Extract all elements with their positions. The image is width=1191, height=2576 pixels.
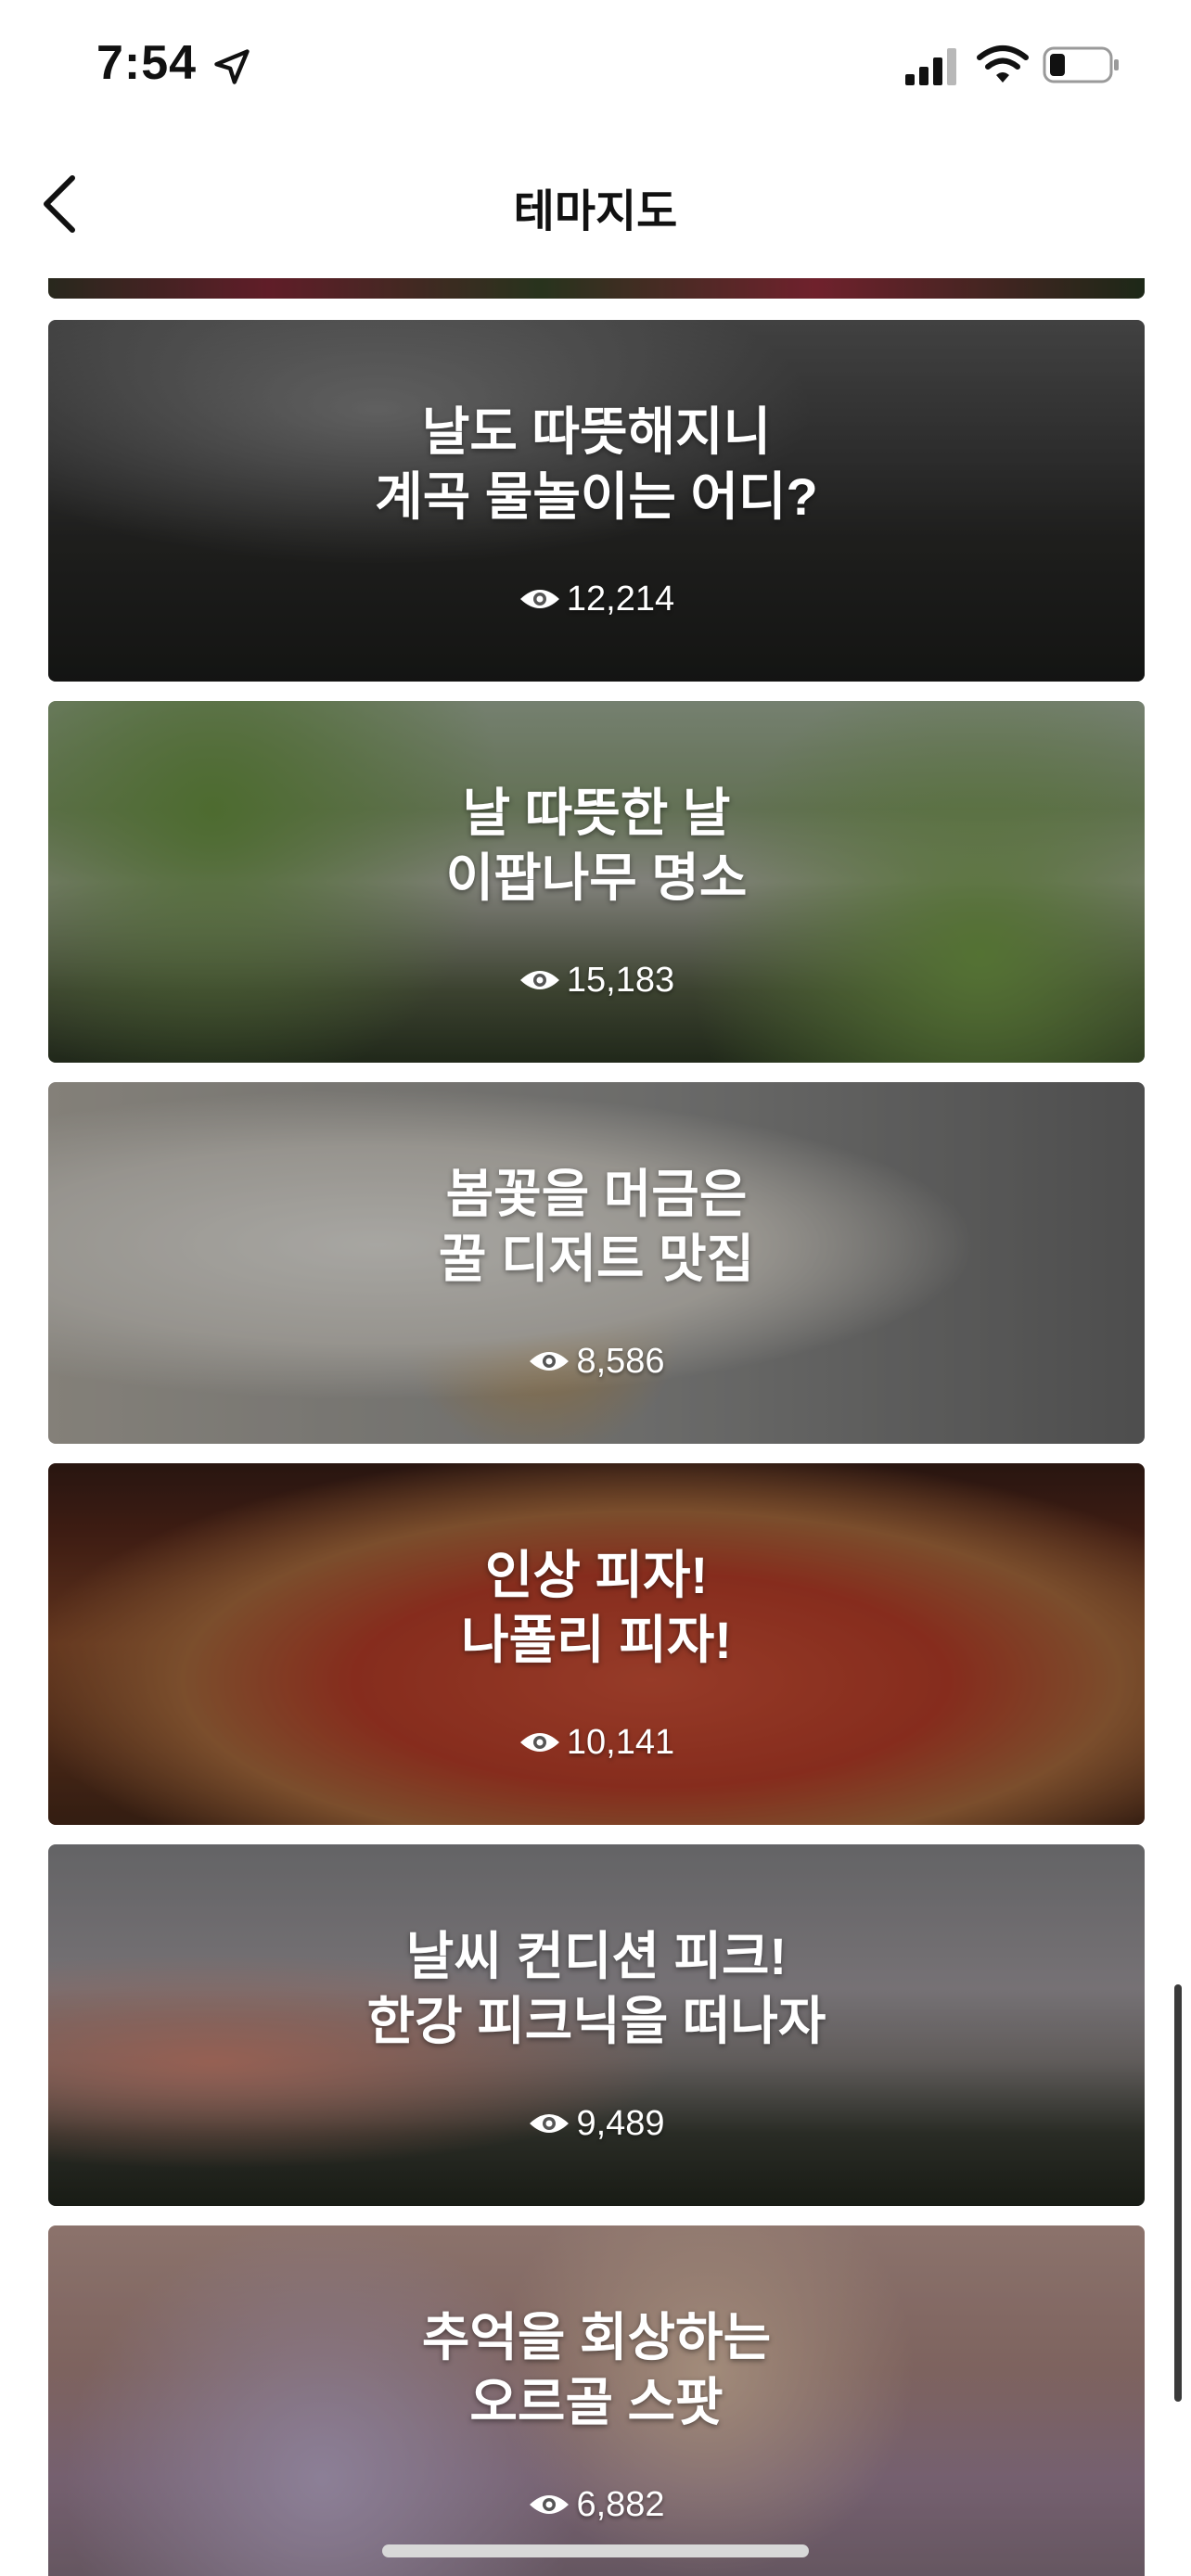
card-title: 날 따뜻한 날 이팝나무 명소	[445, 784, 748, 907]
eye-icon	[519, 590, 559, 608]
eye-icon	[530, 2495, 570, 2514]
card-title: 봄꽃을 머금은 꿀 디저트 맛집	[438, 1165, 755, 1288]
theme-card[interactable]: 날도 따뜻해지니 계곡 물놀이는 어디? 12,214	[48, 320, 1145, 682]
theme-card[interactable]: 날씨 컨디션 피크! 한강 피크닉을 떠나자 9,489	[48, 1844, 1145, 2206]
card-title: 인상 피자! 나폴리 피자!	[461, 1546, 732, 1669]
home-indicator[interactable]	[382, 2544, 809, 2557]
card-title: 날도 따뜻해지니 계곡 물놀이는 어디?	[375, 402, 818, 526]
card-title: 날씨 컨디션 피크! 한강 피크닉을 떠나자	[366, 1927, 826, 2050]
eye-icon	[519, 1733, 559, 1752]
view-count-value: 10,141	[566, 1723, 675, 1762]
theme-card[interactable]: 봄꽃을 머금은 꿀 디저트 맛집 8,586	[48, 1082, 1145, 1444]
view-count: 10,141	[48, 1719, 1145, 1766]
theme-card[interactable]: 날 따뜻한 날 이팝나무 명소 15,183	[48, 701, 1145, 1063]
view-count: 15,183	[48, 957, 1145, 1003]
view-count-value: 6,882	[576, 2485, 665, 2524]
page-title: 테마지도	[513, 187, 678, 236]
theme-card[interactable]: 인상 피자! 나폴리 피자! 10,141	[48, 1463, 1145, 1825]
theme-card[interactable]: 추억을 회상하는 오르골 스팟 6,882	[48, 2225, 1145, 2576]
view-count-value: 12,214	[566, 580, 675, 618]
card-title: 추억을 회상하는 오르골 스팟	[421, 2308, 772, 2431]
view-count: 12,214	[48, 576, 1145, 622]
eye-icon	[530, 1352, 570, 1371]
cellular-signal-icon	[905, 48, 956, 85]
view-count-value: 9,489	[576, 2104, 665, 2143]
eye-icon	[519, 971, 559, 989]
location-arrow-icon	[214, 49, 250, 84]
theme-map-list: 날도 따뜻해지니 계곡 물놀이는 어디? 12,214 날 따뜻한 날 이팝나무…	[48, 278, 1145, 2576]
theme-card-partial[interactable]	[48, 278, 1145, 299]
eye-icon	[530, 2114, 570, 2133]
view-count: 8,586	[48, 1338, 1145, 1384]
view-count: 9,489	[48, 2100, 1145, 2147]
view-count-value: 15,183	[566, 961, 675, 1000]
view-count: 6,882	[48, 2481, 1145, 2528]
battery-icon	[1043, 46, 1119, 83]
status-time: 7:54	[96, 36, 198, 90]
scrollbar-thumb[interactable]	[1174, 1984, 1182, 2402]
status-bar: 7:54	[0, 0, 1191, 139]
view-count-value: 8,586	[576, 1342, 665, 1381]
wifi-icon	[977, 45, 1029, 83]
navigation-bar: 테마지도	[0, 139, 1191, 269]
